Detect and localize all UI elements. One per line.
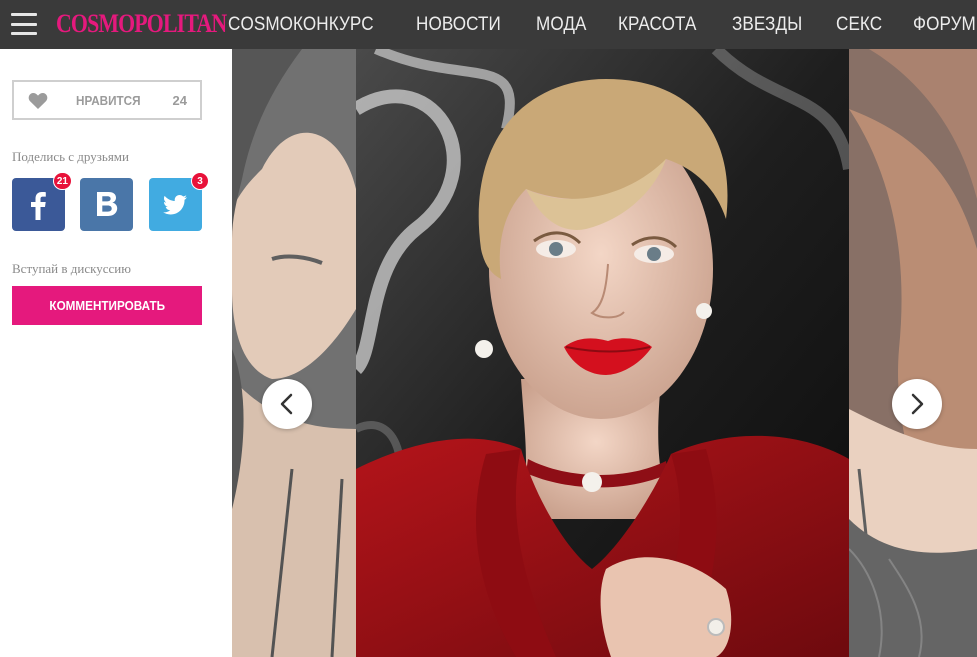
gallery-next-slide[interactable]	[849, 49, 977, 657]
discussion-caption: Вступай в дискуссию	[12, 261, 131, 276]
site-logo[interactable]: COSMOPOLITAN	[56, 7, 227, 41]
main-nav: COSMOКОНКУРС НОВОСТИ МОДА КРАСОТА ЗВЕЗДЫ…	[228, 0, 977, 49]
comment-button-label: КОММЕНТИРОВАТЬ	[49, 298, 165, 313]
nav-item-stars[interactable]: ЗВЕЗДЫ	[732, 0, 802, 49]
gallery-previous-slide[interactable]	[232, 49, 356, 657]
heart-icon	[28, 92, 48, 109]
nav-item-sex[interactable]: СЕКС	[836, 0, 882, 49]
chevron-right-icon	[911, 393, 924, 415]
gallery-current-slide	[356, 49, 849, 657]
nav-item-beauty[interactable]: КРАСОТА	[618, 0, 696, 49]
gallery-previous-button[interactable]	[262, 379, 312, 429]
nav-item-cosmokonkurs[interactable]: COSMOКОНКУРС	[228, 0, 374, 49]
comment-button[interactable]: КОММЕНТИРОВАТЬ	[12, 286, 202, 325]
facebook-share-count-badge: 21	[52, 172, 72, 190]
twitter-share-count-badge: 3	[191, 172, 209, 190]
top-navigation-bar: COSMOPOLITAN COSMOКОНКУРС НОВОСТИ МОДА К…	[0, 0, 977, 49]
like-label: НРАВИТСЯ	[76, 93, 141, 108]
share-vk-button[interactable]	[80, 178, 133, 231]
nav-item-fashion[interactable]: МОДА	[536, 0, 587, 49]
share-caption: Поделись с друзьями	[12, 149, 129, 164]
nav-item-news[interactable]: НОВОСТИ	[416, 0, 501, 49]
chevron-left-icon	[280, 393, 293, 415]
share-facebook-button[interactable]: 21	[12, 172, 72, 231]
vk-icon	[97, 192, 118, 216]
current-photo	[356, 49, 849, 657]
like-button[interactable]: НРАВИТСЯ 24	[12, 80, 202, 120]
photo-gallery	[232, 49, 977, 657]
nav-item-forum[interactable]: ФОРУМ	[913, 0, 976, 49]
gallery-next-button[interactable]	[892, 379, 942, 429]
share-twitter-button[interactable]: 3	[149, 172, 209, 231]
hamburger-icon[interactable]	[11, 13, 37, 35]
like-count: 24	[172, 93, 187, 108]
